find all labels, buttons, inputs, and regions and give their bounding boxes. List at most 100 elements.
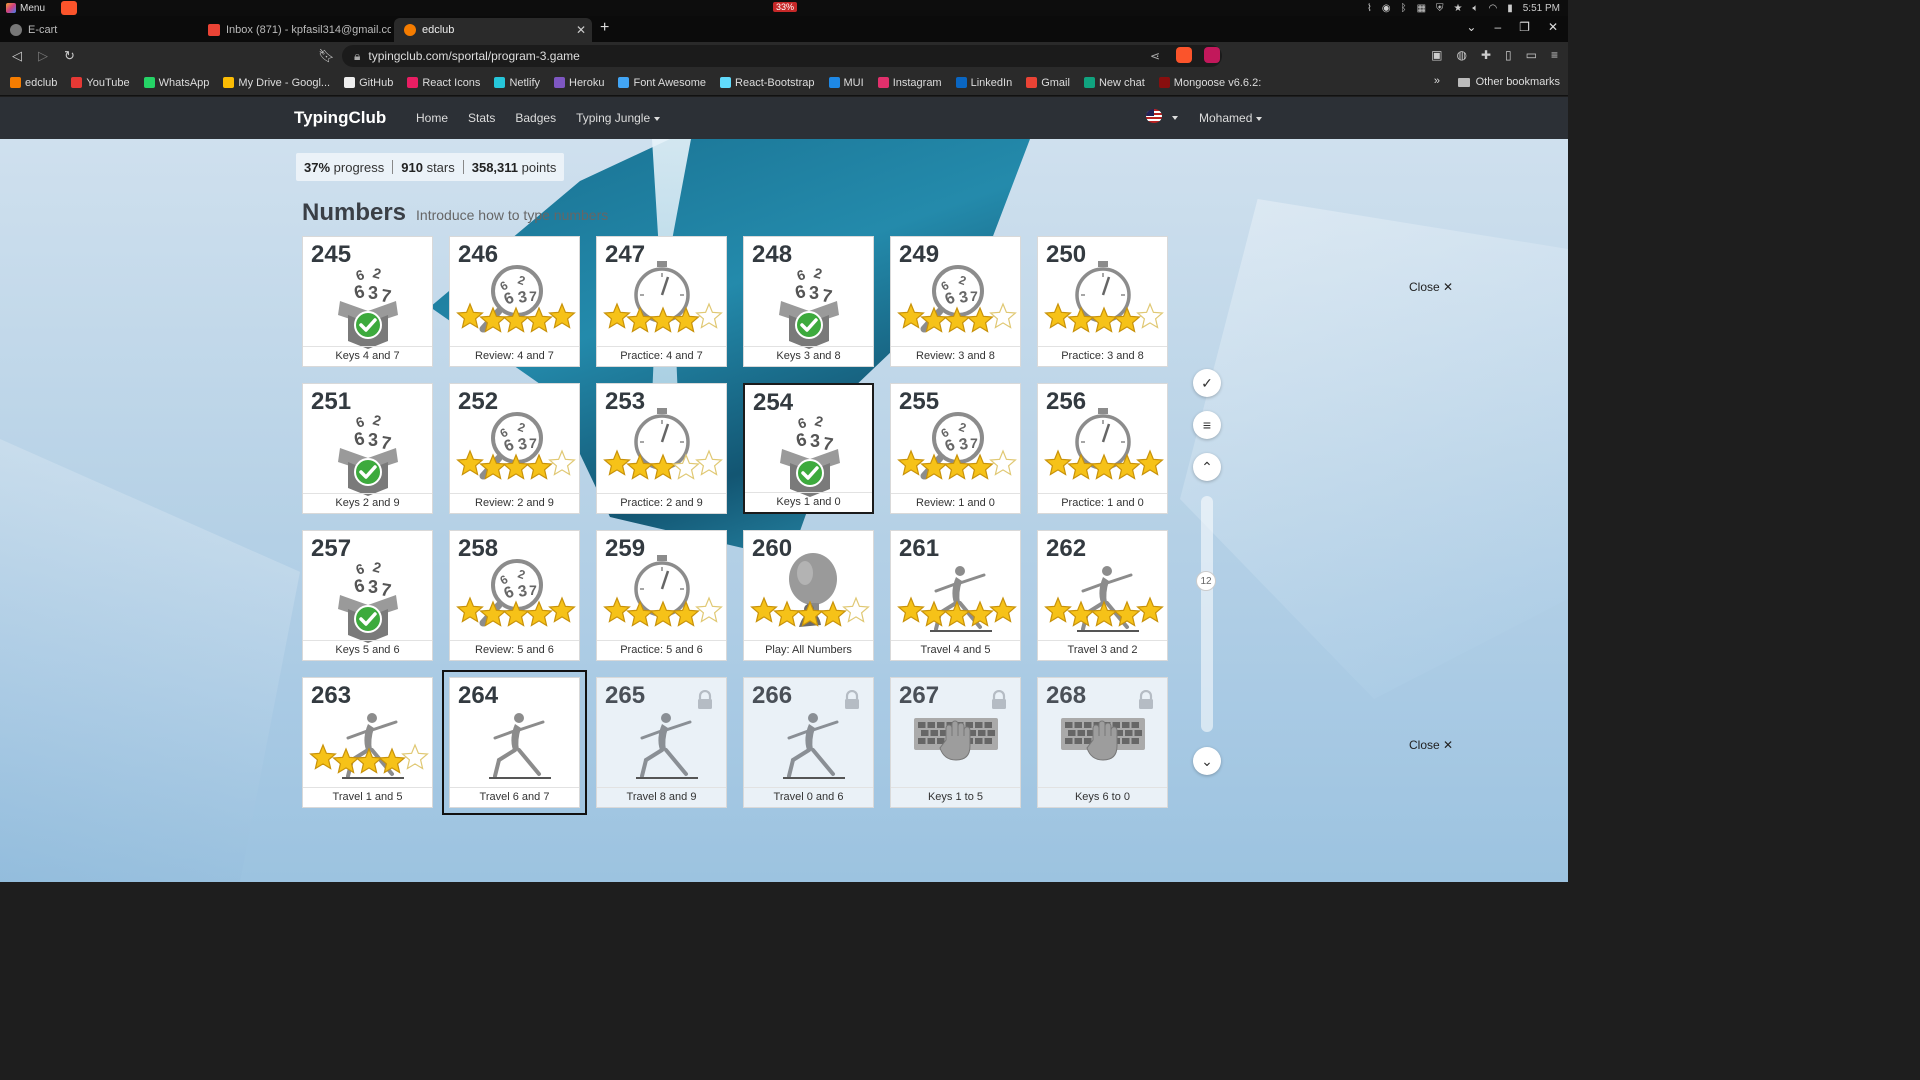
lesson-card[interactable]: 268 Keys 6 to 0 — [1037, 677, 1168, 808]
lesson-card[interactable]: 262 Travel 3 and 2 — [1037, 530, 1168, 661]
lesson-card[interactable]: 252 6 2 6 3 7 Review: 2 and 9 — [449, 383, 580, 514]
lesson-card[interactable]: 250 Practice: 3 and 8 — [1037, 236, 1168, 367]
close-window-button[interactable]: ✕ — [1548, 20, 1558, 34]
nav-typing-jungle[interactable]: Typing Jungle — [576, 111, 661, 125]
lesson-card[interactable]: 255 6 2 6 3 7 Review: 1 and 0 — [890, 383, 1021, 514]
bookmark-item[interactable]: Mongoose v6.6.2: — [1158, 77, 1261, 89]
tab-gmail[interactable]: Inbox (871) - kpfasil314@gmail.co — [198, 18, 392, 42]
nav-badges[interactable]: Badges — [515, 111, 556, 125]
other-bookmarks[interactable]: Other bookmarks — [1457, 76, 1560, 88]
new-tab-button[interactable]: + — [600, 19, 609, 37]
lesson-card[interactable]: 266 Travel 0 and 6 — [743, 677, 874, 808]
minimize-button[interactable]: – — [1494, 20, 1501, 34]
bookmark-label: YouTube — [86, 76, 130, 89]
lesson-card[interactable]: 249 6 2 6 3 7 Review: 3 and 8 — [890, 236, 1021, 367]
lesson-card[interactable]: 245 6 2 6 3 7 Keys 4 and 7 — [302, 236, 433, 367]
bookmark-item[interactable]: Gmail — [1026, 77, 1070, 89]
lesson-card[interactable]: 254 6 2 6 3 7 Keys 1 and 0 — [743, 383, 874, 514]
bookmark-item[interactable]: LinkedIn — [955, 77, 1012, 89]
bookmark-item[interactable]: MUI — [828, 76, 864, 89]
nav-home[interactable]: Home — [416, 111, 448, 125]
forward-icon[interactable]: ▷ — [38, 48, 48, 64]
tab-edclub[interactable]: edclub ✕ — [394, 18, 592, 42]
page-number: 12 — [1196, 571, 1216, 591]
back-icon[interactable]: ◁ — [12, 48, 22, 64]
bookmark-item[interactable]: GitHub — [344, 77, 393, 89]
star-filled-icon — [943, 600, 971, 627]
clip-icon[interactable]: ⌇ — [1367, 3, 1372, 14]
maximize-button[interactable]: ❐ — [1519, 20, 1530, 34]
lesson-card[interactable]: 261 Travel 4 and 5 — [890, 530, 1021, 661]
lesson-card[interactable]: 260 Play: All Numbers — [743, 530, 874, 661]
bookmark-item[interactable]: My Drive - Googl... — [223, 77, 330, 89]
extension-b-icon[interactable]: ▣ — [1431, 48, 1442, 62]
lesson-card[interactable]: 263 Travel 1 and 5 — [302, 677, 433, 808]
star-icon[interactable]: ★ — [1454, 3, 1463, 14]
chevron-down-icon[interactable]: ⌄ — [1193, 747, 1221, 775]
language-caret-icon[interactable] — [1172, 116, 1178, 120]
lesson-card[interactable]: 246 6 2 6 3 7 Review: 4 and 7 — [449, 236, 580, 367]
lesson-card[interactable]: 251 6 2 6 3 7 Keys 2 and 9 — [302, 383, 433, 514]
lesson-card[interactable]: 257 6 2 6 3 7 Keys 5 and 6 — [302, 530, 433, 661]
star-filled-icon — [479, 306, 507, 333]
extensions-area: ▣ ◍ ✚ ▯ ▭ ≡ — [1431, 48, 1558, 62]
lesson-card[interactable]: 267 Keys 1 to 5 — [890, 677, 1021, 808]
lesson-card[interactable]: 265 Travel 8 and 9 — [596, 677, 727, 808]
bookmark-icon[interactable]: 🔖︎ — [318, 48, 335, 64]
chevron-down-icon[interactable]: ⌄ — [1466, 20, 1476, 34]
os-menu-button[interactable]: Menu — [0, 3, 45, 14]
bookmark-item[interactable]: New chat — [1083, 77, 1145, 89]
site-logo[interactable]: TypingClub — [294, 108, 386, 128]
clock[interactable]: 5:51 PM — [1523, 3, 1560, 14]
reload-icon[interactable]: ↻ — [64, 48, 75, 64]
lesson-title: Travel 8 and 9 — [597, 787, 726, 807]
brave-rewards-icon[interactable] — [1204, 47, 1220, 63]
calendar-icon[interactable]: ▦ — [1417, 3, 1426, 14]
lesson-card[interactable]: 258 6 2 6 3 7 Review: 5 and 6 — [449, 530, 580, 661]
chevron-up-icon[interactable]: ⌃ — [1193, 453, 1221, 481]
bluetooth-icon[interactable]: ᛒ — [1401, 3, 1407, 14]
battery-icon[interactable]: ▮ — [1507, 3, 1513, 14]
bookmark-item[interactable]: Netlify — [494, 77, 540, 89]
bookmark-label: MUI — [843, 76, 864, 89]
lesson-card[interactable]: 247 Practice: 4 and 7 — [596, 236, 727, 367]
brave-launcher-icon[interactable] — [61, 1, 78, 15]
close-button[interactable]: Close ✕ — [1409, 280, 1453, 294]
volume-icon[interactable]: 🔈︎ — [1473, 3, 1479, 14]
close-button[interactable]: Close ✕ — [1409, 738, 1453, 752]
wallet-icon[interactable]: ▭ — [1526, 48, 1537, 62]
bookmark-item[interactable]: Instagram — [877, 77, 942, 89]
lesson-card[interactable]: 256 Practice: 1 and 0 — [1037, 383, 1168, 514]
bookmark-item[interactable]: Heroku — [554, 77, 604, 89]
share-icon[interactable]: ⋖ — [1150, 49, 1160, 63]
bookmark-item[interactable]: YouTube — [71, 76, 130, 89]
shield-icon[interactable]: ⛨ — [1436, 3, 1444, 14]
sidebar-icon[interactable]: ▯ — [1505, 48, 1512, 62]
user-menu[interactable]: Mohamed — [1199, 111, 1263, 125]
bookmark-item[interactable]: WhatsApp — [143, 77, 209, 89]
url-field[interactable]: 🔒︎ typingclub.com/sportal/program-3.game… — [342, 45, 1222, 67]
puzzle-icon[interactable]: ✚ — [1481, 48, 1491, 62]
tab-ecart[interactable]: E-cart — [0, 18, 196, 42]
lesson-card[interactable]: 248 6 2 6 3 7 Keys 3 and 8 — [743, 236, 874, 367]
brave-shields-icon[interactable] — [1176, 47, 1192, 63]
color-picker-icon[interactable]: ◍ — [1456, 48, 1466, 62]
bookmark-item[interactable]: React-Bootstrap — [720, 77, 815, 89]
lesson-card[interactable]: 264 Travel 6 and 7 — [442, 670, 587, 815]
wifi-icon[interactable]: ◠ — [1489, 3, 1498, 14]
more-bookmarks-icon[interactable]: » — [1434, 75, 1440, 87]
lesson-scrollbar[interactable] — [1201, 496, 1213, 732]
lesson-card[interactable]: 253 Practice: 2 and 9 — [596, 383, 727, 514]
bookmark-item[interactable]: Font Awesome — [618, 77, 706, 89]
list-icon[interactable]: ≡ — [1193, 411, 1221, 439]
close-tab-icon[interactable]: ✕ — [576, 23, 586, 37]
location-icon[interactable]: ◉ — [1382, 3, 1391, 14]
lesson-card[interactable]: 259 Practice: 5 and 6 — [596, 530, 727, 661]
nav-stats[interactable]: Stats — [468, 111, 495, 125]
bookmark-item[interactable]: React Icons — [407, 77, 480, 89]
svg-text:6: 6 — [793, 281, 808, 303]
check-icon[interactable]: ✓ — [1193, 369, 1221, 397]
us-flag-icon[interactable] — [1146, 109, 1162, 123]
hamburger-menu-icon[interactable]: ≡ — [1551, 48, 1558, 62]
bookmark-item[interactable]: edclub — [10, 77, 57, 89]
